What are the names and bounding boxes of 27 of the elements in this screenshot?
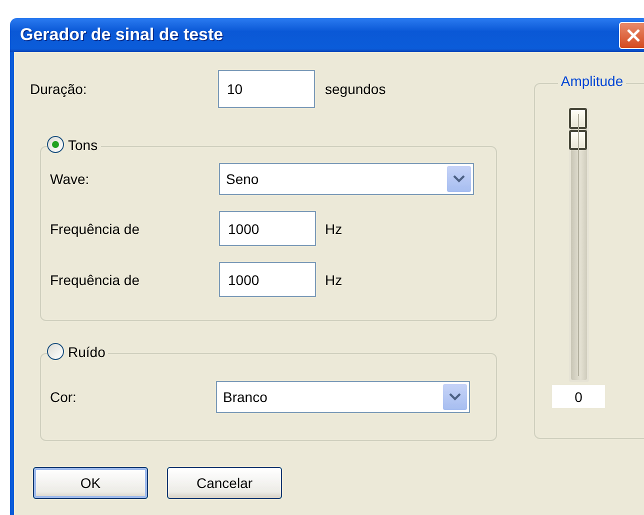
- group-label: Tons: [68, 136, 98, 152]
- dropdown[interactable]: Branco: [216, 381, 470, 413]
- dialog-button[interactable]: OK: [33, 467, 148, 499]
- caret-icon: [453, 175, 465, 183]
- group-label: Amplitude: [558, 73, 626, 89]
- radio-button[interactable]: [47, 343, 64, 360]
- dialog-button[interactable]: Cancelar: [167, 467, 282, 499]
- group-label: Ruído: [68, 344, 106, 360]
- field-label: Frequência de: [50, 220, 141, 236]
- close-button[interactable]: [619, 22, 644, 48]
- input-field[interactable]: 1000: [219, 211, 316, 246]
- radio-button[interactable]: [47, 136, 64, 153]
- field-label: Cor:: [50, 389, 78, 405]
- input-field[interactable]: 1000: [219, 262, 316, 297]
- input-field[interactable]: 10: [218, 70, 315, 108]
- field-label: Wave:: [50, 171, 90, 187]
- field-label: Frequência de: [50, 272, 141, 288]
- unit-label: segundos: [325, 81, 387, 97]
- close-icon: [626, 28, 641, 42]
- field-label: Duração:: [30, 81, 88, 97]
- dropdown[interactable]: Seno: [219, 163, 474, 195]
- slider-thumb[interactable]: [569, 108, 587, 150]
- caret-icon: [449, 393, 461, 401]
- unit-label: Hz: [325, 272, 344, 288]
- unit-label: Hz: [325, 220, 344, 236]
- slider-value: 0: [552, 385, 605, 408]
- window-title: Gerador de sinal de teste: [20, 25, 224, 45]
